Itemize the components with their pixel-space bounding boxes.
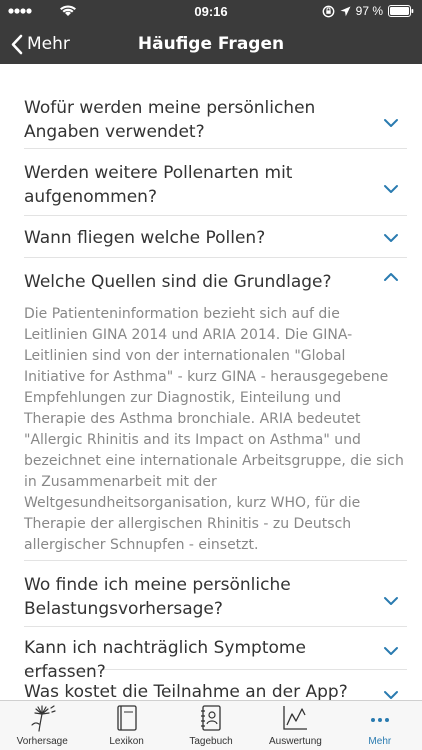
faq-question: Wann fliegen welche Pollen? [24,228,266,248]
battery-icon [388,5,414,17]
tab-label: Vorhersage [16,736,68,747]
faq-item[interactable]: Wofür werden meine persönlichen Angaben … [24,64,407,149]
chevron-down-icon [384,647,398,655]
faq-item-expanded[interactable]: Welche Quellen sind die Grundlage? Die P… [24,258,407,561]
faq-question: Werden weitere Pollenarten mit aufgenomm… [24,163,293,207]
faq-item[interactable]: Kann ich nachträglich Symptome erfassen? [24,627,407,682]
back-button[interactable]: Mehr [10,24,70,64]
faq-item[interactable]: Was kostet die Teilnahme an der App? [24,670,407,700]
status-right: 97 % [322,4,414,18]
battery-percent: 97 % [355,4,383,18]
location-icon [340,6,351,16]
chevron-down-icon [384,597,398,605]
faq-item[interactable]: Wo finde ich meine persönliche Belastung… [24,561,407,627]
chevron-up-icon [384,273,398,281]
tab-bar: Vorhersage Lexikon Tagebuch Auswertung M… [0,700,422,750]
chevron-left-icon [11,34,23,54]
chevron-down-icon [384,185,398,193]
faq-question: Wo finde ich meine persönliche Belastung… [24,575,291,619]
tab-label: Mehr [368,736,392,747]
chevron-down-icon [384,691,398,699]
tab-label: Lexikon [109,736,144,747]
faq-answer: Die Patienteninformation bezieht sich au… [24,306,404,553]
book-icon [116,705,137,731]
orientation-lock-icon [322,5,335,17]
faq-list: Wofür werden meine persönlichen Angaben … [0,64,422,700]
faq-question: Welche Quellen sind die Grundlage? [24,272,332,292]
tab-label: Tagebuch [189,736,233,747]
back-label: Mehr [27,34,70,54]
faq-item[interactable]: Wann fliegen welche Pollen? [24,216,407,258]
dandelion-icon [31,705,56,732]
chevron-down-icon [384,119,398,127]
tab-tagebuch[interactable]: Tagebuch [169,701,253,750]
tab-vorhersage[interactable]: Vorhersage [0,701,84,750]
navigation-bar: Mehr Häufige Fragen [0,24,422,64]
chevron-down-icon [384,234,398,242]
tab-label: Auswertung [269,736,322,747]
more-icon [370,718,389,722]
diary-icon [201,705,221,731]
faq-item[interactable]: Werden weitere Pollenarten mit aufgenomm… [24,149,407,216]
tab-lexikon[interactable]: Lexikon [84,701,168,750]
status-bar: 09:16 97 % [0,0,422,24]
chart-icon [283,706,308,730]
faq-question: Was kostet die Teilnahme an der App? [24,682,348,700]
faq-question: Wofür werden meine persönlichen Angaben … [24,98,316,142]
tab-auswertung[interactable]: Auswertung [253,701,337,750]
tab-mehr[interactable]: Mehr [338,701,422,750]
